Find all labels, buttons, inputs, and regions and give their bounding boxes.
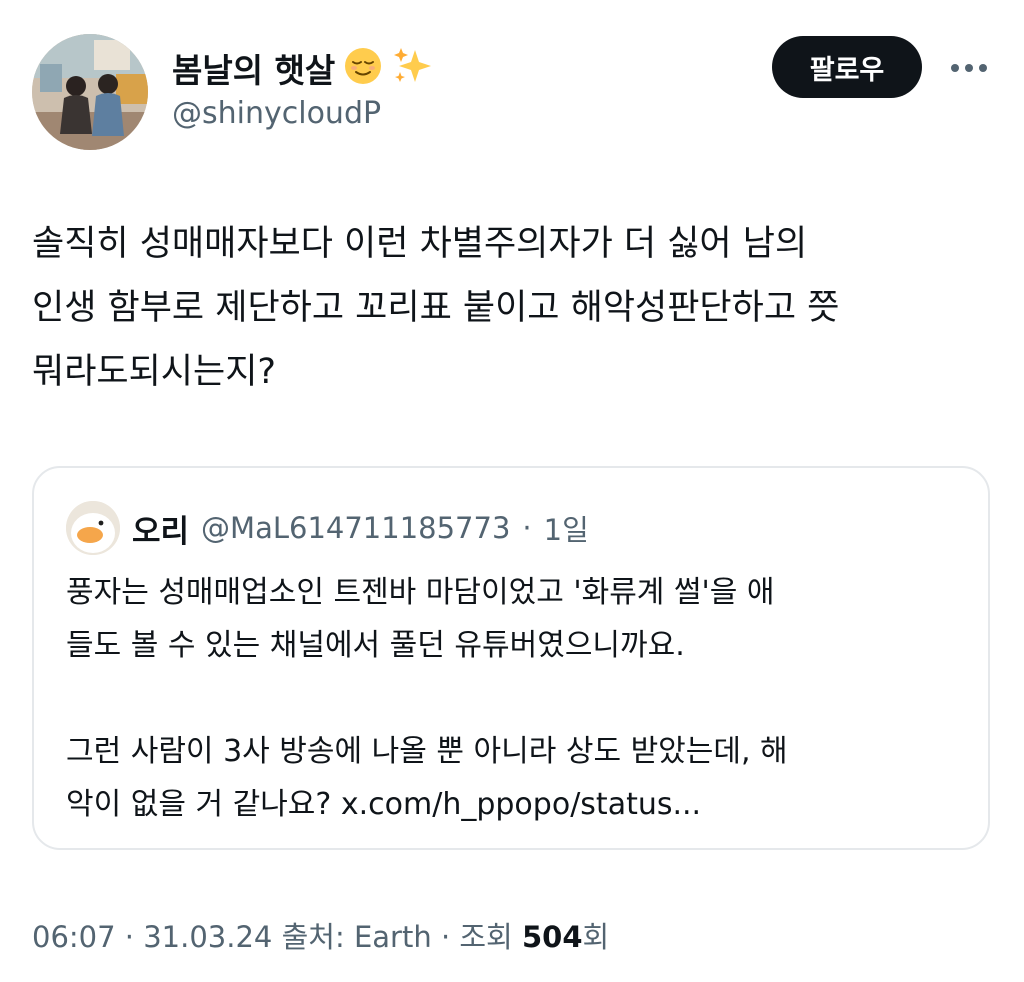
author-handle[interactable]: @shinycloudP: [172, 96, 381, 131]
avatar-photo: [32, 34, 148, 150]
sparkles-emoji-icon: [391, 44, 435, 92]
more-options-button[interactable]: [944, 50, 994, 86]
display-name-row[interactable]: 봄날의 햇살: [172, 44, 435, 92]
tweet-text: 솔직히 성매매자보다 이런 차별주의자가 더 싫어 남의 인생 함부로 제단하고…: [32, 224, 840, 392]
author-avatar[interactable]: [32, 34, 148, 150]
meta-separator: ·: [440, 920, 451, 954]
tweet-metadata: 06:07 · 31.03.24 출처: Earth · 조회 504회: [32, 914, 609, 956]
more-horizontal-icon: [951, 64, 987, 72]
quote-author-avatar: [66, 501, 120, 555]
tweet-time[interactable]: 06:07: [32, 920, 116, 954]
quote-separator: ·: [522, 511, 532, 545]
meta-separator: ·: [124, 920, 135, 954]
quote-header: 오리 @MaL614711185773 · 1일: [132, 504, 589, 552]
quote-text: 풍자는 성매매업소인 트젠바 마담이었고 '화류계 썰'을 애 들도 볼 수 있…: [66, 575, 788, 822]
quote-author-handle: @MaL614711185773: [201, 511, 511, 545]
quote-time: 1일: [543, 513, 589, 547]
author-display-name[interactable]: 봄날의 햇살: [172, 44, 335, 92]
quote-tweet-card[interactable]: 오리 @MaL614711185773 · 1일 풍자는 성매매업소인 트젠바 …: [32, 466, 990, 850]
tweet-date[interactable]: 31.03.24: [143, 920, 272, 954]
views-label: 조회: [459, 920, 513, 954]
quote-author-name: 오리: [132, 513, 190, 550]
views-suffix: 회: [582, 920, 610, 954]
relieved-face-emoji-icon: [343, 46, 383, 90]
duck-avatar-icon: [66, 501, 120, 555]
follow-button[interactable]: 팔로우: [772, 36, 922, 98]
views-count[interactable]: 504: [522, 920, 583, 954]
tweet-source: 출처: Earth: [281, 920, 432, 954]
